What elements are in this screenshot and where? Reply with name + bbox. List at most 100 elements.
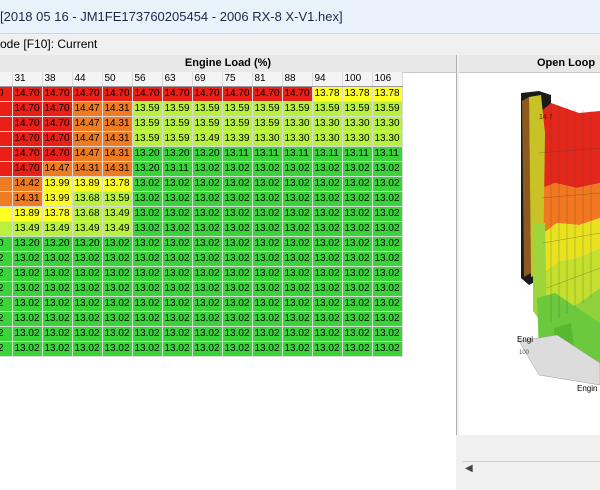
afr-cell[interactable]: 13.02 (162, 341, 193, 357)
afr-cell[interactable]: 13.02 (342, 206, 373, 222)
afr-cell[interactable]: 14.47 (42, 161, 73, 177)
afr-cell[interactable]: 13.02 (312, 281, 343, 297)
afr-cell[interactable]: 13.02 (162, 266, 193, 282)
afr-cell[interactable]: 13.02 (282, 281, 313, 297)
afr-cell[interactable]: 13.30 (282, 131, 313, 147)
afr-cell[interactable]: 13.59 (132, 116, 163, 132)
afr-cell[interactable]: 3.02 (0, 251, 13, 267)
afr-cell[interactable]: 13.11 (342, 146, 373, 162)
afr-cell[interactable]: 13.30 (372, 116, 403, 132)
afr-cell[interactable]: 13.02 (162, 176, 193, 192)
afr-cell[interactable]: 13.02 (42, 326, 73, 342)
afr-cell[interactable]: 13.02 (312, 296, 343, 312)
afr-cell[interactable]: 13.20 (132, 161, 163, 177)
afr-cell[interactable]: 13.02 (342, 311, 373, 327)
afr-cell[interactable]: 13.02 (282, 236, 313, 252)
afr-cell[interactable]: 14.70 (102, 86, 133, 102)
afr-cell[interactable]: 13.02 (72, 251, 103, 267)
afr-cell[interactable]: 13.20 (12, 236, 43, 252)
afr-cell[interactable]: 13.59 (162, 131, 193, 147)
afr-cell[interactable]: 13.02 (312, 326, 343, 342)
afr-cell[interactable]: 13.59 (132, 131, 163, 147)
afr-cell[interactable]: 13.02 (342, 296, 373, 312)
afr-cell[interactable]: 14.70 (252, 86, 283, 102)
afr-cell[interactable]: 13.78 (312, 86, 343, 102)
afr-cell[interactable]: 13.02 (12, 281, 43, 297)
afr-cell[interactable]: 3.02 (0, 266, 13, 282)
afr-cell[interactable]: 13.02 (372, 236, 403, 252)
afr-cell[interactable]: 14.70 (282, 86, 313, 102)
afr-cell[interactable]: 13.02 (192, 266, 223, 282)
afr-cell[interactable]: 13.02 (162, 236, 193, 252)
afr-cell[interactable]: 13.78 (42, 206, 73, 222)
afr-cell[interactable]: 13.30 (312, 116, 343, 132)
afr-cell[interactable]: 13.02 (222, 251, 253, 267)
afr-cell[interactable]: 13.02 (372, 296, 403, 312)
afr-cell[interactable]: 13.20 (132, 146, 163, 162)
afr-cell[interactable]: 13.02 (312, 236, 343, 252)
afr-cell[interactable]: 13.02 (132, 281, 163, 297)
afr-cell[interactable]: 14.31 (102, 161, 133, 177)
afr-cell[interactable]: 13.02 (342, 326, 373, 342)
afr-cell[interactable]: 13.02 (342, 221, 373, 237)
afr-cell[interactable]: 14.70 (42, 146, 73, 162)
afr-cell[interactable]: 14.31 (12, 191, 43, 207)
afr-cell[interactable]: 13.11 (222, 146, 253, 162)
afr-cell[interactable]: 13.02 (192, 221, 223, 237)
afr-cell[interactable]: 13.78 (102, 176, 133, 192)
afr-cell[interactable]: 13.49 (42, 221, 73, 237)
afr-cell[interactable]: 13.59 (312, 101, 343, 117)
afr-cell[interactable]: 13.02 (132, 206, 163, 222)
afr-cell[interactable]: 14.31 (102, 116, 133, 132)
afr-cell[interactable]: 13.02 (312, 341, 343, 357)
afr-cell[interactable]: 14.70 (72, 86, 103, 102)
afr-cell[interactable]: 13.02 (102, 281, 133, 297)
afr-cell[interactable]: 13.02 (162, 206, 193, 222)
afr-cell[interactable]: 13.99 (42, 176, 73, 192)
afr-cell[interactable]: 13.30 (312, 131, 343, 147)
afr-cell[interactable]: 13.02 (222, 266, 253, 282)
afr-cell[interactable]: 13.02 (132, 251, 163, 267)
afr-cell[interactable]: 13.02 (222, 176, 253, 192)
afr-cell[interactable]: 13.59 (372, 101, 403, 117)
afr-cell[interactable]: 13.11 (312, 146, 343, 162)
afr-cell[interactable]: 13.02 (192, 251, 223, 267)
afr-cell[interactable]: 13.02 (192, 161, 223, 177)
afr-cell[interactable]: 13.02 (162, 311, 193, 327)
afr-cell[interactable]: 13.59 (252, 101, 283, 117)
afr-cell[interactable]: 4.70 (0, 86, 13, 102)
afr-cell[interactable]: 13.02 (372, 326, 403, 342)
afr-cell[interactable]: 13.02 (12, 296, 43, 312)
afr-cell[interactable]: 14.70 (12, 131, 43, 147)
afr-cell[interactable]: 13.02 (162, 251, 193, 267)
afr-cell[interactable]: 14.70 (162, 86, 193, 102)
afr-cell[interactable]: 14.70 (42, 116, 73, 132)
afr-cell[interactable]: 13.59 (252, 116, 283, 132)
afr-cell[interactable]: 13.02 (252, 341, 283, 357)
afr-cell[interactable]: 13.49 (102, 206, 133, 222)
surface-plot-area[interactable]: 14.7 Engi 100 Engin (459, 73, 600, 415)
afr-cell[interactable]: 13.02 (192, 281, 223, 297)
afr-cell[interactable]: 13.49 (192, 131, 223, 147)
afr-cell[interactable]: 13.02 (222, 281, 253, 297)
afr-cell[interactable]: 13.02 (162, 326, 193, 342)
afr-cell[interactable]: 13.02 (102, 341, 133, 357)
afr-cell[interactable]: 13.02 (222, 191, 253, 207)
afr-cell[interactable]: 13.02 (372, 251, 403, 267)
afr-cell[interactable]: 14.70 (12, 86, 43, 102)
afr-cell[interactable]: 13.02 (132, 266, 163, 282)
afr-cell[interactable]: .42 (0, 176, 13, 192)
afr-cell[interactable]: 13.02 (282, 326, 313, 342)
afr-cell[interactable]: 14.70 (192, 86, 223, 102)
afr-cell[interactable]: 14.47 (72, 116, 103, 132)
afr-cell[interactable]: 13.02 (372, 311, 403, 327)
afr-cell[interactable]: 14.47 (72, 146, 103, 162)
afr-cell[interactable]: 13.02 (132, 326, 163, 342)
afr-cell[interactable]: 13.02 (132, 221, 163, 237)
afr-cell[interactable]: 13.02 (312, 191, 343, 207)
afr-cell[interactable]: 14.70 (42, 131, 73, 147)
afr-cell[interactable]: 13.02 (12, 341, 43, 357)
afr-cell[interactable]: 13.02 (192, 326, 223, 342)
afr-cell[interactable]: 13.59 (282, 101, 313, 117)
afr-cell[interactable]: 14.70 (42, 101, 73, 117)
